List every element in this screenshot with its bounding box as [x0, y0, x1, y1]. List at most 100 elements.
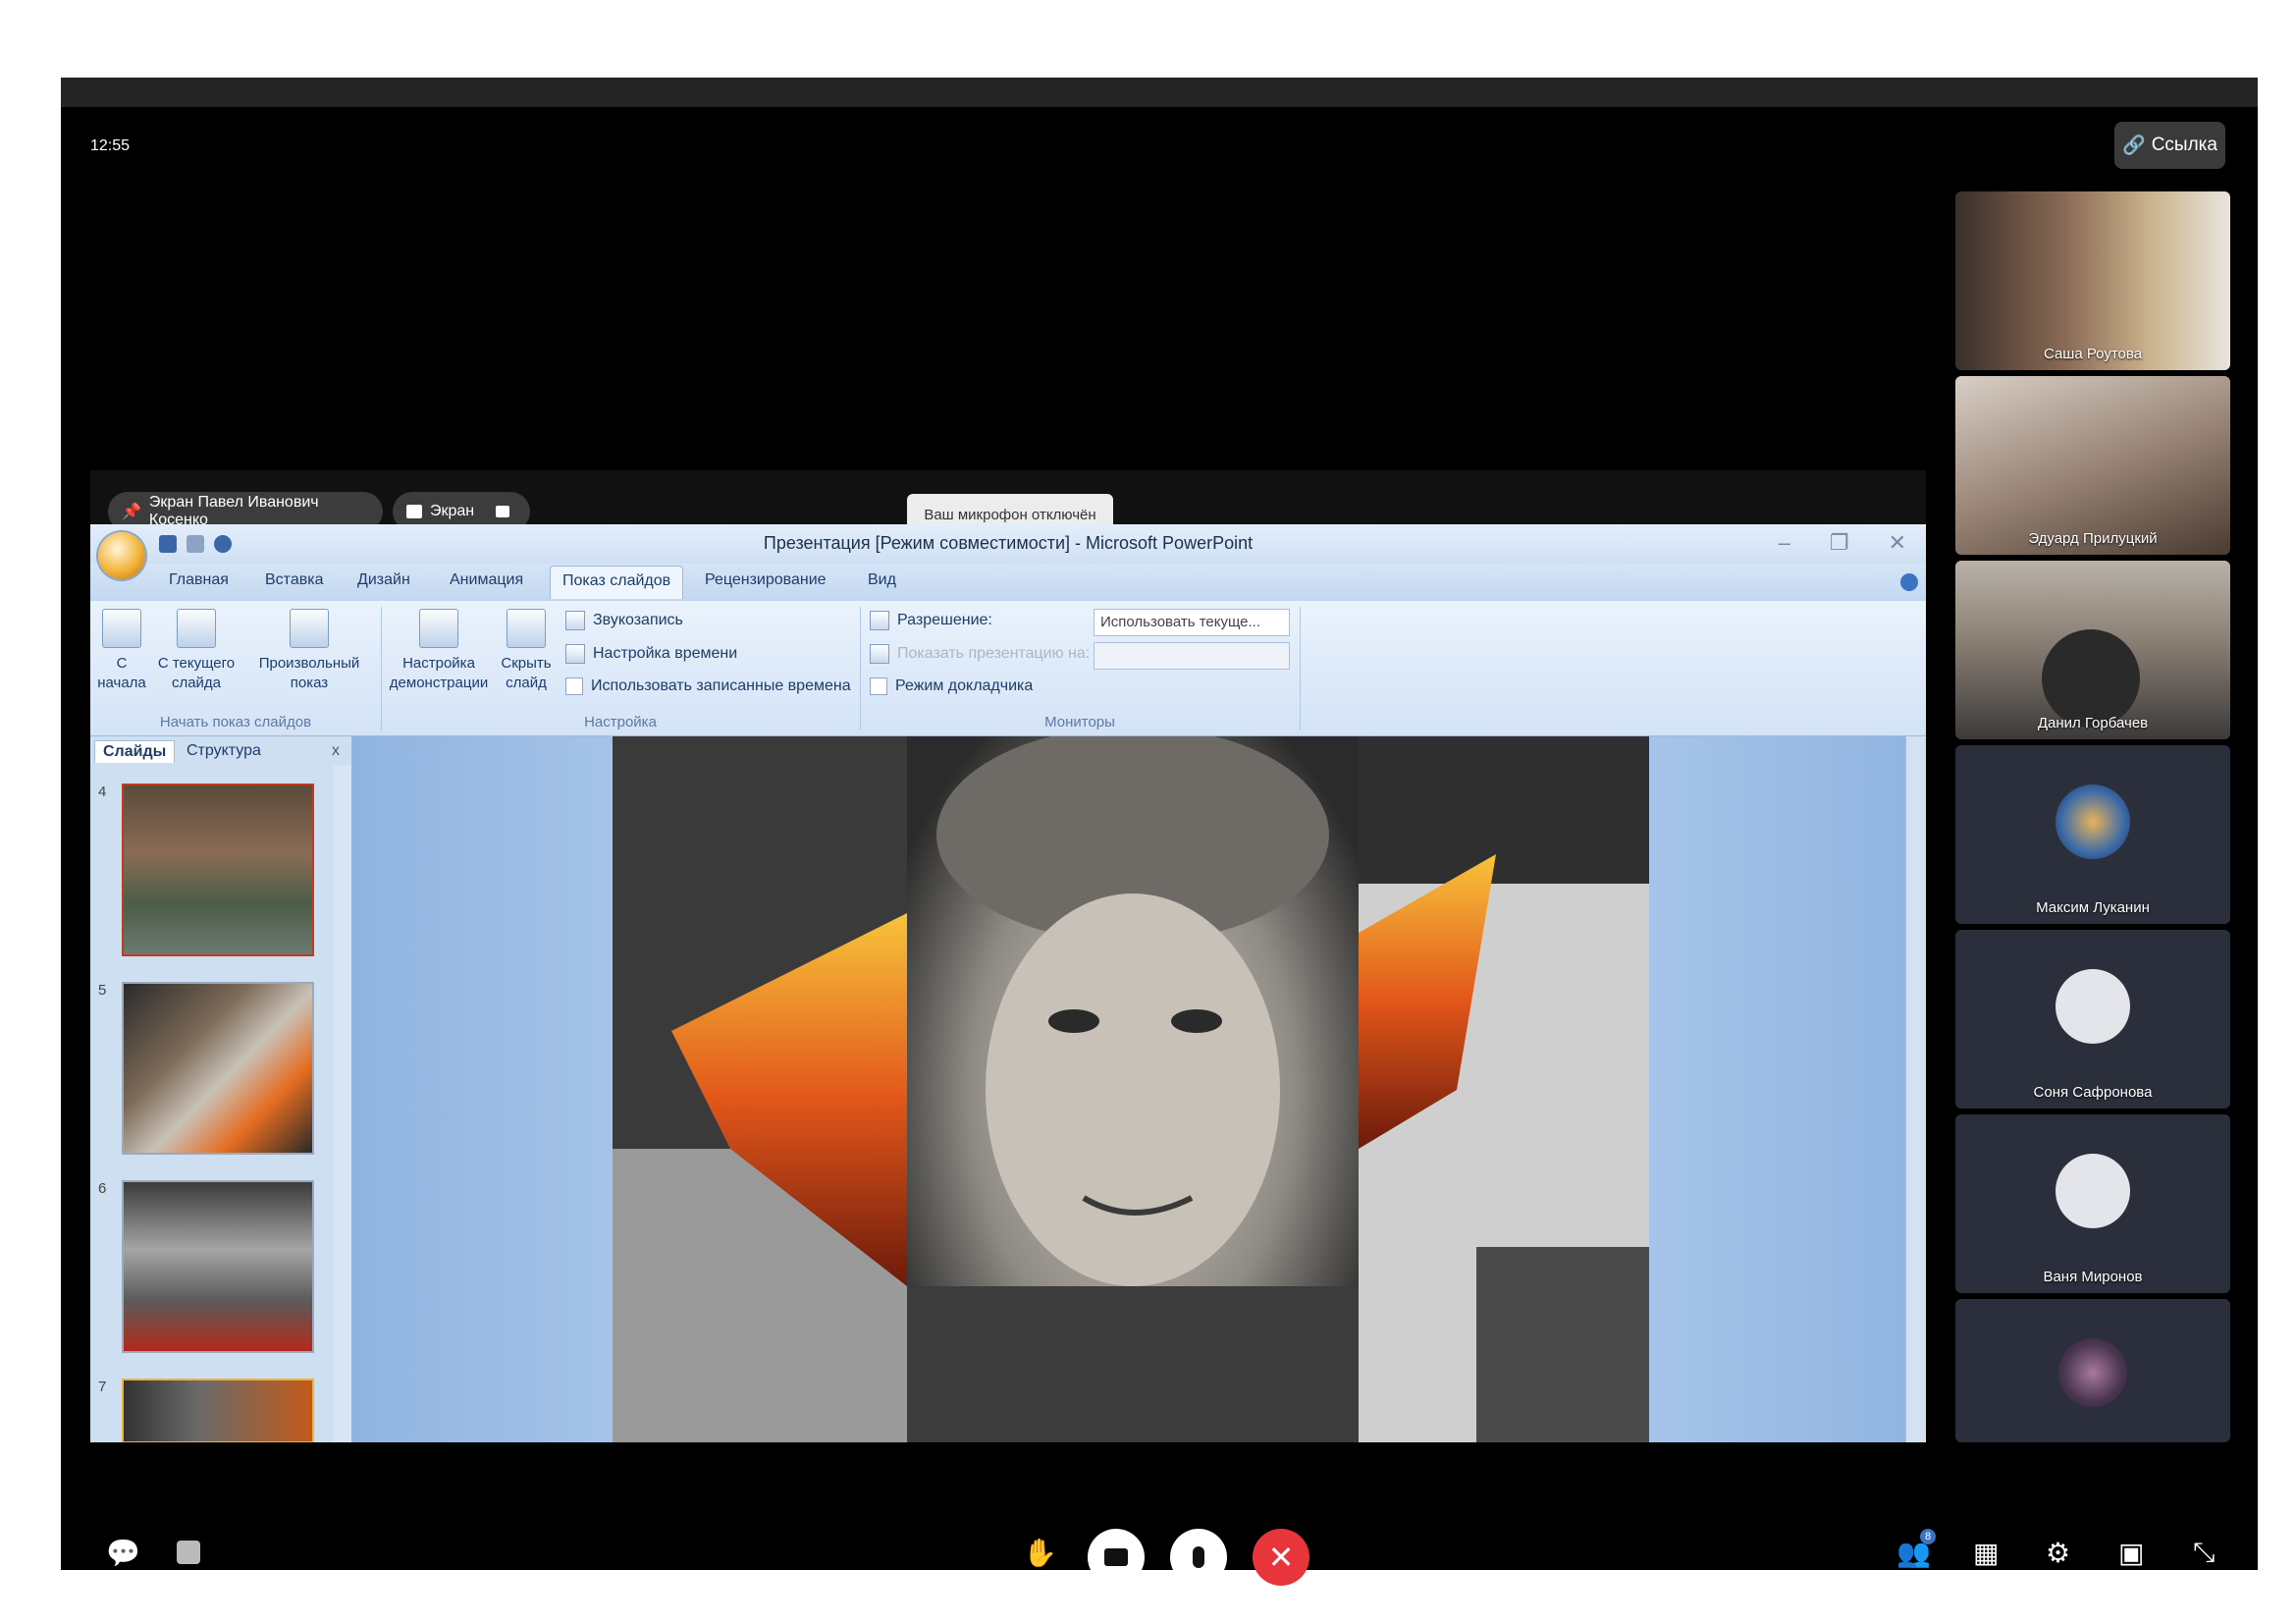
- pane-tabs: Слайды Структура x: [90, 736, 351, 766]
- mic-off-button[interactable]: [1170, 1529, 1227, 1586]
- ppt-title: Презентация [Режим совместимости] - Micr…: [763, 533, 1254, 553]
- timer-icon: [565, 644, 585, 664]
- camera-icon: [496, 506, 510, 517]
- group-label: Мониторы: [1044, 714, 1115, 731]
- screen-chip-label: Экран: [430, 503, 475, 519]
- ribbon: С начала С текущего слайда Произвольный …: [90, 601, 1926, 736]
- record-narration-button[interactable]: Звукозапись: [565, 611, 683, 630]
- clock: 12:55: [90, 137, 131, 154]
- link-button[interactable]: 🔗 Ссылка: [2114, 122, 2225, 169]
- participant-name: Эдуард Прилуцкий: [2028, 530, 2158, 547]
- collapse-icon[interactable]: ⤡: [2193, 1537, 2215, 1569]
- participant-tile[interactable]: Соня Сафронова: [1955, 930, 2230, 1109]
- close-icon: ✕: [1267, 1540, 1295, 1575]
- resolution-icon: [870, 611, 889, 630]
- slide-image: [613, 736, 1649, 1442]
- hang-up-button[interactable]: ✕: [1253, 1529, 1309, 1586]
- restore-icon[interactable]: ❐: [1830, 530, 1849, 556]
- tab-home[interactable]: Главная: [169, 571, 229, 589]
- participant-tile[interactable]: Ваня Миронов: [1955, 1114, 2230, 1293]
- help-icon[interactable]: [1900, 573, 1918, 591]
- use-timings-checkbox[interactable]: Использовать записанные времена: [565, 677, 851, 695]
- tab-view[interactable]: Вид: [868, 571, 896, 589]
- checkbox: [565, 677, 583, 695]
- participant-name: Соня Сафронова: [2033, 1084, 2153, 1101]
- presenter-view-checkbox[interactable]: Режим докладчика: [870, 677, 1033, 695]
- tab-slideshow[interactable]: Показ слайдов: [550, 566, 684, 599]
- screen-share-icon[interactable]: [177, 1541, 200, 1564]
- resolution-select[interactable]: Использовать текуще...: [1094, 609, 1290, 636]
- grid-view-icon[interactable]: ▦: [1973, 1537, 1999, 1569]
- slide-number: 4: [98, 784, 107, 800]
- setup-show-button[interactable]: Настройка демонстрации: [385, 609, 493, 693]
- group-setup: Настройка демонстрации Скрыть слайд Звук…: [381, 607, 861, 731]
- participant-tile[interactable]: Максим Луканин: [1955, 745, 2230, 924]
- editor-scrollbar[interactable]: [1905, 736, 1926, 1442]
- chat-icon[interactable]: 💬: [106, 1537, 140, 1569]
- monitor-icon: [870, 644, 889, 664]
- participant-tile[interactable]: Данил Горбачев: [1955, 561, 2230, 739]
- tab-slides[interactable]: Слайды: [94, 740, 176, 763]
- hide-slide-button[interactable]: Скрыть слайд: [497, 609, 556, 693]
- mic-off-icon: [1193, 1546, 1204, 1568]
- from-start-button[interactable]: С начала: [94, 609, 149, 693]
- office-button[interactable]: [98, 532, 145, 579]
- pin-icon: 📌: [122, 504, 141, 520]
- slideshow-current-icon: [177, 609, 216, 648]
- participant-tile[interactable]: [1955, 1299, 2230, 1442]
- camera-off-button[interactable]: [1088, 1529, 1145, 1586]
- minimize-icon[interactable]: –: [1779, 530, 1790, 556]
- tab-design[interactable]: Дизайн: [357, 571, 410, 589]
- close-icon[interactable]: ✕: [1889, 530, 1906, 556]
- slide-number: 6: [98, 1180, 107, 1197]
- ribbon-tabs: Главная Вставка Дизайн Анимация Показ сл…: [90, 564, 1926, 601]
- pane-scrollbar[interactable]: [334, 766, 351, 1442]
- slide-canvas[interactable]: [613, 736, 1649, 1442]
- custom-show-icon: [290, 609, 329, 648]
- group-start-show: С начала С текущего слайда Произвольный …: [90, 607, 382, 731]
- slide-thumbnail[interactable]: [122, 982, 314, 1155]
- raise-hand-icon[interactable]: ✋: [1023, 1537, 1057, 1569]
- checkbox: [870, 677, 887, 695]
- setup-show-icon: [419, 609, 458, 648]
- tab-insert[interactable]: Вставка: [265, 571, 323, 589]
- tab-review[interactable]: Рецензирование: [705, 571, 827, 589]
- group-monitors: Разрешение: Использовать текуще... Показ…: [860, 607, 1301, 731]
- participant-photo: [2056, 785, 2130, 859]
- tab-animation[interactable]: Анимация: [450, 571, 523, 589]
- from-current-button[interactable]: С текущего слайда: [155, 609, 238, 693]
- slide-thumbnail[interactable]: [122, 784, 314, 956]
- show-on-select[interactable]: [1094, 642, 1290, 670]
- participant-tile[interactable]: Саша Роутова: [1955, 191, 2230, 370]
- powerpoint-window: Презентация [Режим совместимости] - Micr…: [90, 524, 1926, 1442]
- rehearse-timings-button[interactable]: Настройка времени: [565, 644, 737, 664]
- link-button-label: Ссылка: [2151, 135, 2217, 155]
- hide-slide-icon: [507, 609, 546, 648]
- slides-pane: Слайды Структура x 4 5 6 7: [90, 736, 352, 1442]
- slide-thumbnail[interactable]: [122, 1180, 314, 1353]
- participant-name: Ваня Миронов: [2043, 1269, 2143, 1285]
- group-label: Начать показ слайдов: [159, 714, 312, 731]
- custom-show-button[interactable]: Произвольный показ: [247, 609, 371, 693]
- participant-name: Максим Луканин: [2036, 899, 2150, 916]
- microphone-icon: [565, 611, 585, 630]
- participants-count-badge: 8: [1920, 1529, 1936, 1544]
- slide-thumbnail-selected[interactable]: [122, 1379, 314, 1442]
- ppt-title-bar: Презентация [Режим совместимости] - Micr…: [90, 524, 1926, 564]
- slideshow-start-icon: [102, 609, 141, 648]
- slide-editor: [351, 736, 1926, 1442]
- tab-outline[interactable]: Структура: [179, 740, 269, 762]
- show-on-label: Показать презентацию на:: [870, 644, 1090, 664]
- close-pane-icon[interactable]: x: [332, 742, 340, 760]
- participant-photo: [2058, 1338, 2127, 1407]
- slide-number: 5: [98, 982, 107, 999]
- participant-tile[interactable]: Эдуард Прилуцкий: [1955, 376, 2230, 555]
- top-bar: [61, 78, 2258, 107]
- participant-name: Данил Горбачев: [2037, 715, 2149, 731]
- settings-icon[interactable]: ⚙: [2046, 1537, 2070, 1569]
- user-avatar-icon: [2056, 1154, 2130, 1228]
- window-controls: – ❐ ✕: [1779, 530, 1906, 556]
- layout-icon[interactable]: ▣: [2118, 1537, 2144, 1569]
- user-avatar-icon: [2056, 969, 2130, 1044]
- link-icon: 🔗: [2122, 135, 2146, 156]
